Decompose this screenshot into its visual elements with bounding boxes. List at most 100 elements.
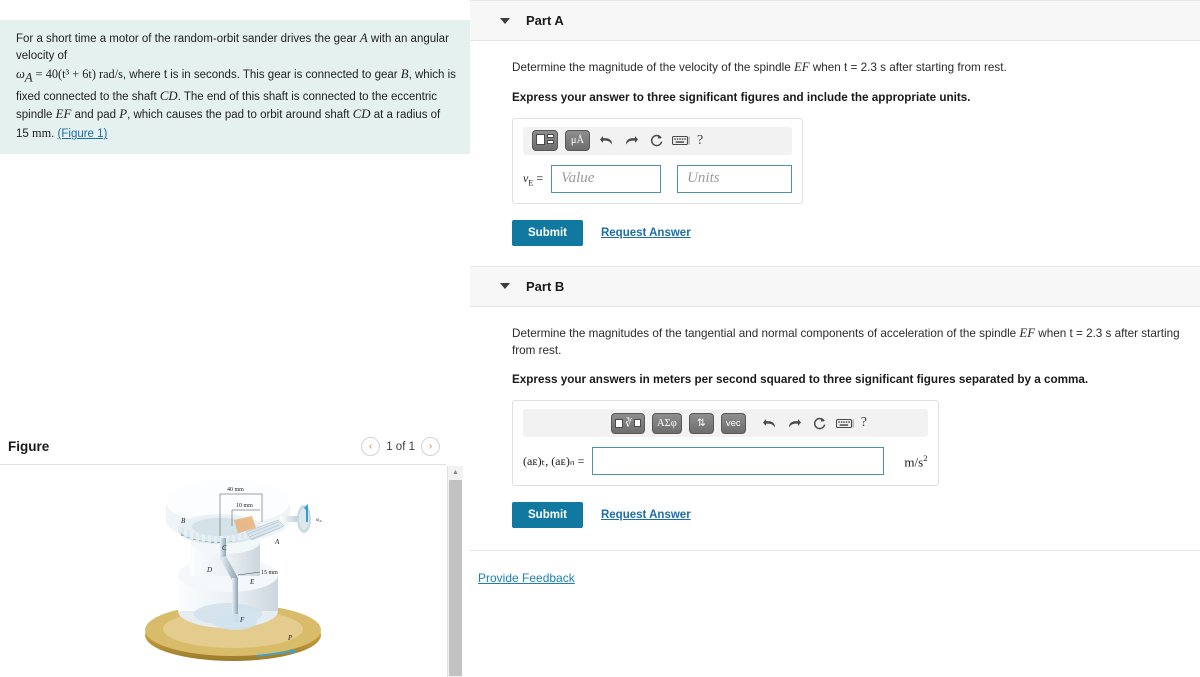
figure-title: Figure [8,439,50,454]
problem-statement: For a short time a motor of the random-o… [0,20,470,155]
problem-text-line3c: and [71,109,94,122]
part-b-input-row: (aᴇ)ₜ, (aᴇ)ₙ = m/s2 [523,447,928,476]
figure-prev-button[interactable]: ‹ [361,437,381,456]
figure-label-d: D [206,566,212,574]
part-b-header[interactable]: Part B [470,265,1200,307]
scrollbar-up-arrow[interactable]: ▲ [448,466,463,479]
scrollbar-thumb[interactable] [449,480,462,676]
problem-text-line4b: , which causes the pad to orbit around s… [127,109,353,122]
figure-label-a: A [274,538,280,546]
part-a-section: Part A Determine the magnitude of the ve… [470,0,1200,246]
part-a-body: Determine the magnitude of the velocity … [470,41,1200,246]
part-a-answer-widget: μÅ ? vE = Value Units [512,117,804,204]
figure-next-button[interactable]: › [421,437,440,456]
keyboard-icon[interactable] [835,414,854,432]
figure-label-c: C [222,544,227,552]
gear-b-symbol: B [400,66,409,81]
part-a-prompt: Determine the magnitude of the velocity … [512,59,1200,77]
part-a-instruction: Express your answer to three significant… [512,90,971,104]
figure-label-b: B [181,517,186,525]
right-panel: Part A Determine the magnitude of the ve… [470,0,1200,677]
figure-page-label: 1 of 1 [386,440,415,453]
part-b-toolbar: ∛ ΑΣφ ⇅ vec ? [523,409,928,438]
figure-label-e: E [249,578,255,586]
feedback-area: Provide Feedback [470,551,1200,587]
part-b-variable-label: (aᴇ)ₜ, (aᴇ)ₙ = [523,453,585,468]
figure-dim-10: 10 mm [236,503,253,509]
part-a-units-placeholder: Units [687,170,720,187]
redo-icon[interactable] [786,414,804,432]
keyboard-icon[interactable] [672,132,690,150]
part-b-section: Part B Determine the magnitudes of the t… [470,265,1200,529]
part-b-prompt-text: Determine the magnitudes of the tangenti… [512,326,1020,340]
part-a-variable-label: vE = [523,170,544,188]
subscript-superscript-icon[interactable]: ⇅ [688,412,714,434]
part-a-submit-row: Submit Request Answer [512,219,1200,246]
part-b-submit-row: Submit Request Answer [512,502,1200,529]
problem-text-line2: , where t is in seconds. This gear is co… [122,68,401,81]
vector-icon[interactable]: vec [720,412,746,434]
mm-unit: mm [32,126,52,141]
figure-dim-15: 15 mm [261,570,278,576]
undo-icon[interactable] [597,132,615,150]
part-b-title: Part B [526,278,565,294]
figure-dim-40: 40 mm [227,487,244,493]
figure-divider [0,464,446,465]
part-a-toolbar: μÅ ? [523,126,793,155]
part-a-title: Part A [526,13,564,28]
redo-icon[interactable] [622,132,640,150]
sander-diagram: B C D E F A P 40 mm 10 mm 15 mm ωA [145,480,322,661]
figure-omega-a: ωA [316,518,322,523]
greek-letters-icon[interactable]: ΑΣφ [652,412,682,434]
figure-1-link[interactable]: (Figure 1) [58,128,108,140]
left-panel: For a short time a motor of the random-o… [0,0,478,677]
shaft-cd-symbol: CD [159,88,178,103]
part-a-prompt-text2: when t = 2.3 s after starting from rest. [809,61,1007,74]
part-a-prompt-text: Determine the magnitude of the velocity … [512,61,794,74]
chevron-down-icon[interactable] [500,17,510,24]
figure-scrollbar[interactable]: ▲ [447,466,463,677]
shaft-cd2-symbol: CD [352,107,371,122]
assignment-page: For a short time a motor of the random-o… [0,0,1200,677]
reset-icon[interactable] [647,132,665,150]
figure-header: Figure ‹ 1 of 1 › [0,437,446,456]
figure-area: B C D E F A P 40 mm 10 mm 15 mm ωA [0,466,446,677]
part-a-header[interactable]: Part A [470,0,1200,41]
part-b-answer-input[interactable] [592,447,885,476]
template-icon[interactable] [532,130,558,152]
part-a-units-input[interactable]: Units [677,164,793,193]
part-b-answer-widget: ∛ ΑΣφ ⇅ vec ? (aᴇ)ₜ, (aᴇ)ₙ = m/s2 [512,400,939,487]
provide-feedback-link[interactable]: Provide Feedback [478,571,575,585]
figure-pager: ‹ 1 of 1 › [361,437,440,456]
reset-icon[interactable] [811,414,829,432]
part-a-value-input[interactable]: Value [551,164,662,193]
problem-text-line4: pad [96,109,120,122]
part-a-request-answer-link[interactable]: Request Answer [601,227,691,239]
part-a-input-row: vE = Value Units [523,164,793,193]
template-radical-icon[interactable]: ∛ [611,412,646,434]
part-b-request-answer-link[interactable]: Request Answer [601,509,691,521]
part-b-submit-button[interactable]: Submit [512,502,583,529]
gear-a-symbol: A [359,31,368,45]
omega-symbol: ω [16,66,25,81]
figure-label-f: F [239,616,245,624]
part-b-body: Determine the magnitudes of the tangenti… [470,307,1200,529]
problem-text-line1: For a short time a motor of the random-o… [16,33,360,45]
figure-label-p: P [287,634,293,642]
part-b-units-label: m/s2 [904,452,928,469]
part-b-ef-symbol: EF [1019,325,1036,340]
problem-text-line3: connected to the shaft [43,90,160,103]
part-a-value-placeholder: Value [561,170,595,187]
omega-equation: = 40(t³ + 6t) rad/s [32,66,123,81]
help-icon[interactable]: ? [697,133,703,149]
part-a-ef-symbol: EF [793,60,810,74]
help-icon[interactable]: ? [861,415,867,431]
part-a-submit-button[interactable]: Submit [512,219,583,246]
undo-icon[interactable] [761,414,779,432]
chevron-down-icon[interactable] [500,283,510,290]
units-icon[interactable]: μÅ [565,130,590,152]
spindle-ef-symbol: EF [55,107,72,122]
omega-subscript: A [24,70,33,85]
pad-p-symbol: P [119,107,128,122]
part-b-prompt: Determine the magnitudes of the tangenti… [512,325,1200,359]
